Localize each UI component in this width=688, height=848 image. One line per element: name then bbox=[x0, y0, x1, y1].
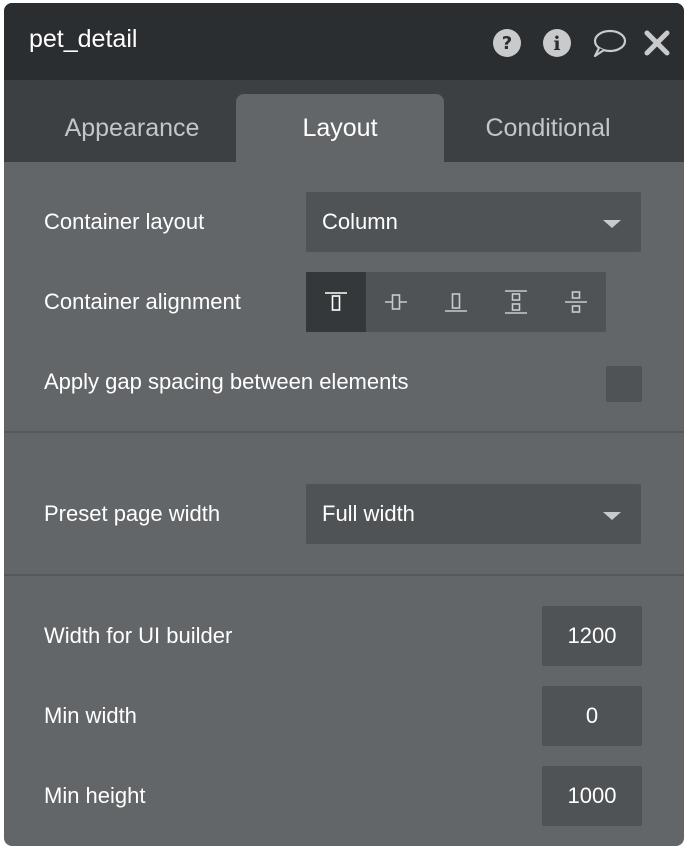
min-width-label: Min width bbox=[44, 703, 137, 728]
property-editor-panel: pet_detail ? i Appearance Layout Conditi… bbox=[4, 3, 684, 846]
tab-bar: Appearance Layout Conditional bbox=[4, 80, 684, 162]
info-icon[interactable]: i bbox=[542, 28, 572, 58]
space-between-button[interactable] bbox=[486, 272, 546, 332]
element-name-title[interactable]: pet_detail bbox=[29, 25, 137, 54]
min-height-label: Min height bbox=[44, 783, 146, 808]
svg-text:i: i bbox=[553, 33, 560, 55]
align-center-button[interactable] bbox=[366, 272, 426, 332]
preset-page-width-dropdown[interactable]: Full width bbox=[306, 484, 641, 544]
width-ui-builder-input[interactable]: 1200 bbox=[542, 606, 642, 666]
close-icon[interactable] bbox=[644, 28, 670, 58]
align-top-icon bbox=[325, 292, 347, 311]
comment-icon[interactable] bbox=[591, 28, 627, 58]
container-layout-value: Column bbox=[322, 209, 398, 234]
title-bar: pet_detail ? i bbox=[4, 3, 684, 80]
tab-conditional[interactable]: Conditional bbox=[444, 94, 652, 162]
tab-layout[interactable]: Layout bbox=[236, 94, 444, 162]
align-center-icon bbox=[385, 294, 407, 310]
gap-spacing-checkbox[interactable] bbox=[606, 366, 642, 402]
tab-appearance[interactable]: Appearance bbox=[28, 94, 236, 162]
preset-page-width-value: Full width bbox=[322, 501, 415, 526]
help-icon[interactable]: ? bbox=[492, 28, 522, 58]
align-top-button[interactable] bbox=[306, 272, 366, 332]
width-ui-builder-label: Width for UI builder bbox=[44, 623, 233, 648]
align-bottom-button[interactable] bbox=[426, 272, 486, 332]
container-alignment-buttons bbox=[306, 272, 606, 332]
container-layout-dropdown[interactable]: Column bbox=[306, 192, 641, 252]
space-between-icon bbox=[505, 290, 527, 314]
min-height-input[interactable]: 1000 bbox=[542, 766, 642, 826]
section-divider bbox=[4, 431, 684, 433]
chevron-down-icon bbox=[603, 220, 621, 228]
chevron-down-icon bbox=[603, 512, 621, 520]
section-divider bbox=[4, 574, 684, 576]
align-bottom-icon bbox=[445, 293, 467, 312]
gap-spacing-label: Apply gap spacing between elements bbox=[44, 369, 409, 394]
container-layout-label: Container layout bbox=[44, 209, 205, 234]
space-around-icon bbox=[565, 291, 587, 313]
preset-page-width-label: Preset page width bbox=[44, 501, 221, 526]
svg-text:?: ? bbox=[502, 33, 512, 54]
space-around-button[interactable] bbox=[546, 272, 606, 332]
min-width-input[interactable]: 0 bbox=[542, 686, 642, 746]
container-alignment-label: Container alignment bbox=[44, 289, 241, 314]
